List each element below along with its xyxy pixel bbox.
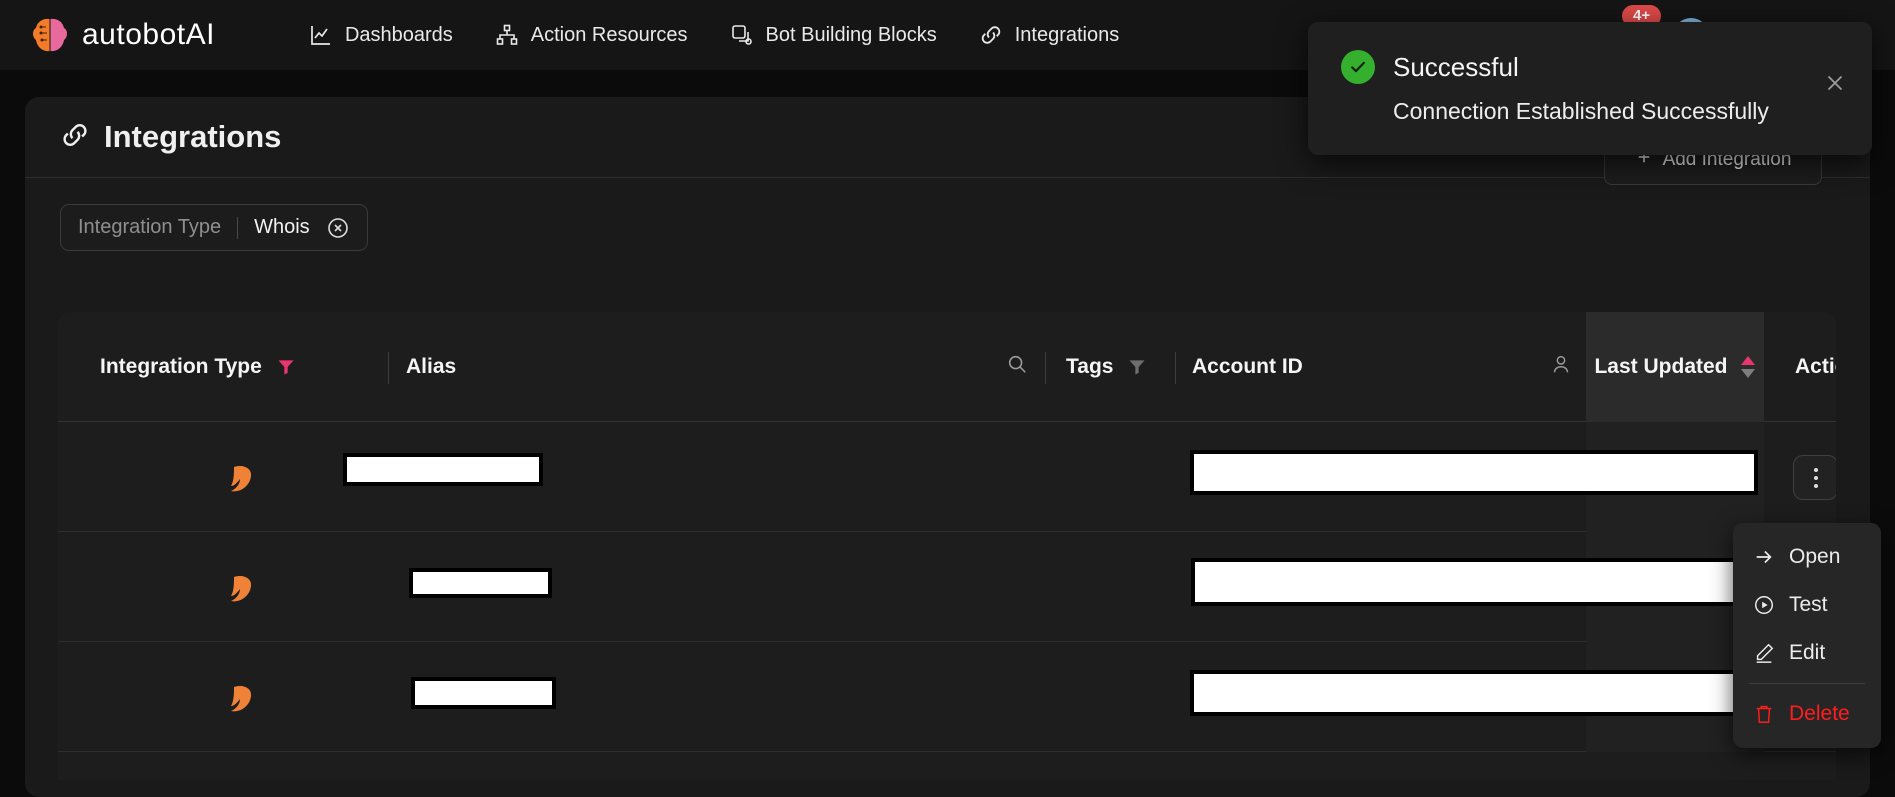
alias-redacted-value [343, 453, 543, 486]
play-circle-icon [1753, 594, 1775, 616]
filter-chip-key: Integration Type [78, 216, 221, 239]
link-chain-icon [979, 23, 1003, 47]
whois-logo-icon [223, 573, 257, 607]
account-id-redacted-value [1190, 670, 1756, 716]
table-header-row: Integration Type Alias Tags [58, 312, 1836, 422]
column-header-last-updated[interactable]: Last Updated [1586, 312, 1764, 422]
trash-icon [1753, 703, 1775, 725]
success-toast: Successful Connection Established Succes… [1308, 22, 1872, 155]
alias-redacted-value [411, 677, 556, 709]
account-id-redacted-value [1191, 558, 1746, 606]
kebab-dot [1814, 484, 1818, 488]
pencil-icon [1753, 642, 1775, 664]
brand[interactable]: autobotAI [30, 15, 215, 55]
nav-label-bot-building-blocks: Bot Building Blocks [766, 24, 937, 47]
alias-search-button[interactable] [1006, 312, 1028, 422]
column-header-integration-type[interactable]: Integration Type [100, 312, 296, 422]
toast-title-row: Successful [1308, 22, 1872, 84]
menu-label-edit: Edit [1789, 641, 1825, 665]
bot-blocks-icon [730, 23, 754, 47]
column-label-integration-type: Integration Type [100, 355, 262, 379]
alias-redacted-value [409, 568, 552, 598]
nav-item-dashboards[interactable]: Dashboards [309, 23, 453, 47]
column-header-account-id[interactable]: Account ID [1192, 312, 1303, 422]
menu-label-delete: Delete [1789, 702, 1850, 726]
whois-logo-icon [223, 683, 257, 717]
page-title: Integrations [60, 119, 281, 155]
column-label-last-updated: Last Updated [1594, 352, 1727, 382]
sort-arrows-icon[interactable] [1740, 356, 1756, 378]
menu-item-delete[interactable]: Delete [1733, 690, 1881, 738]
kebab-dot [1814, 476, 1818, 480]
nav-item-integrations[interactable]: Integrations [979, 23, 1120, 47]
filter-chip-divider [237, 217, 238, 239]
menu-item-edit[interactable]: Edit [1733, 629, 1881, 677]
toast-message: Connection Established Successfully [1308, 84, 1872, 125]
toast-title: Successful [1393, 52, 1519, 83]
nav-item-bot-building-blocks[interactable]: Bot Building Blocks [730, 23, 937, 47]
user-icon [1550, 353, 1572, 381]
account-id-redacted-value [1190, 450, 1758, 495]
arrow-right-icon [1753, 546, 1775, 568]
link-chain-icon [60, 120, 90, 155]
brand-name: autobotAI [82, 18, 215, 52]
integrations-page-card: Integrations Add Integration Integration… [25, 97, 1870, 797]
column-label-account-id: Account ID [1192, 355, 1303, 379]
whois-logo-icon [223, 463, 257, 497]
nav-links: Dashboards Action Resources Bot Building… [309, 23, 1119, 47]
table-row[interactable] [58, 642, 1836, 752]
column-label-alias: Alias [406, 355, 456, 379]
column-label-tags: Tags [1066, 355, 1113, 379]
menu-label-open: Open [1789, 545, 1840, 569]
row-action-menu: Open Test Edit Delete [1733, 523, 1881, 748]
column-header-alias[interactable]: Alias [406, 312, 456, 422]
nav-label-dashboards: Dashboards [345, 24, 453, 47]
close-x-icon[interactable] [1822, 70, 1848, 96]
filter-icon[interactable] [276, 357, 296, 377]
account-user-filter-button[interactable] [1550, 312, 1572, 422]
nav-label-integrations: Integrations [1015, 24, 1120, 47]
sitemap-icon [495, 23, 519, 47]
menu-label-test: Test [1789, 593, 1828, 617]
column-header-actions: Actions [1795, 312, 1836, 422]
column-label-actions: Actions [1795, 355, 1836, 379]
kebab-dot [1814, 468, 1818, 472]
chart-line-icon [309, 23, 333, 47]
circle-x-icon[interactable] [326, 216, 350, 240]
filter-row: Integration Type Whois [25, 178, 1870, 251]
table-row[interactable] [58, 422, 1836, 532]
column-divider [1045, 352, 1046, 384]
menu-item-test[interactable]: Test [1733, 581, 1881, 629]
nav-item-action-resources[interactable]: Action Resources [495, 23, 688, 47]
search-icon [1006, 353, 1028, 381]
brain-logo-icon [30, 15, 70, 55]
column-header-tags[interactable]: Tags [1066, 312, 1147, 422]
menu-item-open[interactable]: Open [1733, 533, 1881, 581]
table-row[interactable] [58, 532, 1836, 642]
column-divider [1175, 352, 1176, 384]
integrations-table: Integration Type Alias Tags [58, 312, 1836, 780]
filter-chip-integration-type[interactable]: Integration Type Whois [60, 204, 368, 251]
menu-divider [1749, 683, 1865, 684]
filter-icon[interactable] [1127, 357, 1147, 377]
filter-chip-value: Whois [254, 216, 310, 239]
check-circle-icon [1341, 50, 1375, 84]
nav-label-action-resources: Action Resources [531, 24, 688, 47]
page-title-text: Integrations [104, 119, 281, 155]
row-actions-button[interactable] [1793, 455, 1836, 500]
column-divider [388, 352, 389, 384]
